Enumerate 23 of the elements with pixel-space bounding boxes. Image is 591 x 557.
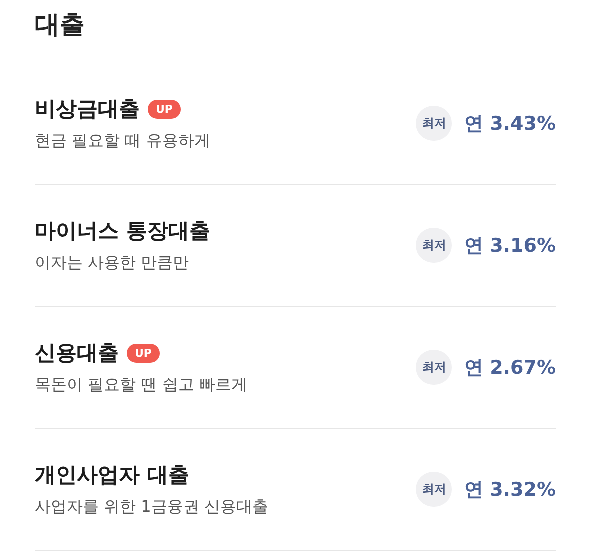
loan-title: 신용대출: [35, 340, 119, 367]
interest-rate: 연 3.32%: [464, 478, 556, 502]
loan-description: 현금 필요할 때 유용하게: [35, 131, 210, 152]
interest-rate: 연 2.67%: [464, 356, 556, 380]
interest-rate: 연 3.43%: [464, 112, 556, 136]
lowest-tag: 최저: [416, 350, 452, 385]
up-badge: UP: [148, 100, 181, 118]
loan-title: 마이너스 통장대출: [35, 218, 210, 245]
section-heading: 대출: [35, 9, 86, 41]
lowest-tag: 최저: [416, 472, 452, 507]
loan-item[interactable]: 신용대출 UP 목돈이 필요할 땐 쉽고 빠르게 최저 연 2.67%: [35, 307, 556, 429]
loan-description: 이자는 사용한 만큼만: [35, 253, 190, 274]
loan-title: 비상금대출: [35, 96, 140, 123]
loan-title: 개인사업자 대출: [35, 462, 190, 489]
loan-item[interactable]: 비상금대출 UP 현금 필요할 때 유용하게 최저 연 3.43%: [35, 63, 556, 185]
loan-item[interactable]: 마이너스 통장대출 이자는 사용한 만큼만 최저 연 3.16%: [35, 185, 556, 307]
lowest-tag: 최저: [416, 106, 452, 141]
interest-rate: 연 3.16%: [464, 234, 556, 258]
loan-description: 사업자를 위한 1금융권 신용대출: [35, 497, 268, 518]
lowest-tag: 최저: [416, 228, 452, 263]
up-badge: UP: [127, 344, 160, 362]
loan-item[interactable]: 개인사업자 대출 사업자를 위한 1금융권 신용대출 최저 연 3.32%: [35, 429, 556, 551]
loan-description: 목돈이 필요할 땐 쉽고 빠르게: [35, 375, 248, 396]
